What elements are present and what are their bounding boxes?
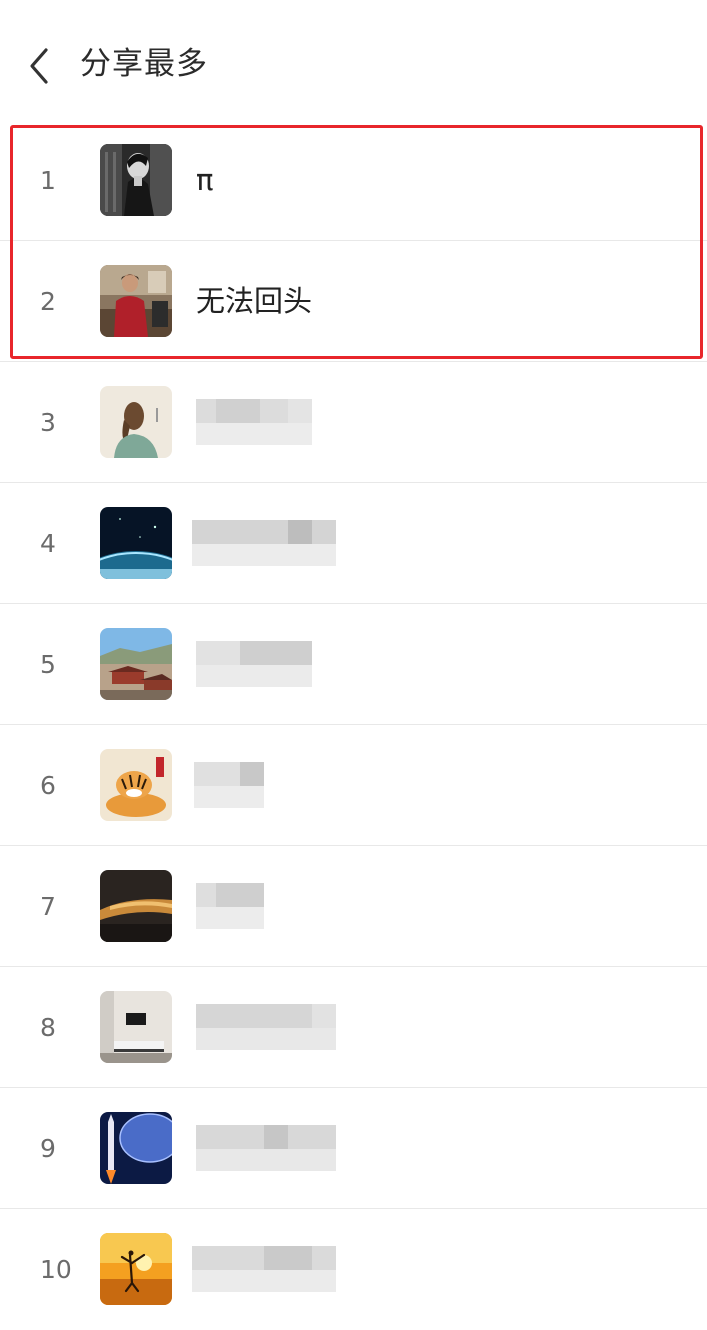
planet-space-avatar [100, 507, 172, 579]
temple-landscape-avatar [100, 628, 172, 700]
rank-number: 6 [40, 771, 56, 800]
rank-number: 10 [40, 1255, 72, 1284]
page-title: 分享最多 [80, 46, 208, 82]
rank-number: 2 [40, 287, 56, 316]
user-name: 无法回头 [196, 284, 313, 318]
rank-number: 7 [40, 892, 56, 921]
list-item[interactable]: 10 [0, 1209, 707, 1330]
list-item[interactable]: 4 [0, 483, 707, 604]
rank-number: 3 [40, 408, 56, 437]
sunset-clouds-avatar [100, 870, 172, 942]
header: 分享最多 [0, 0, 707, 125]
user-name: π [196, 163, 214, 197]
list-item[interactable]: 1 π [0, 120, 707, 241]
living-room-avatar [100, 991, 172, 1063]
list-item[interactable]: 2 无法回头 [0, 241, 707, 362]
ranking-list: 1 π 2 无法回头 3 4 5 6 7 8 9 10 [0, 120, 707, 1330]
rank-number: 4 [40, 529, 56, 558]
list-item[interactable]: 7 [0, 846, 707, 967]
girl-illustration-avatar [100, 386, 172, 458]
tiger-cartoon-avatar [100, 749, 172, 821]
rank-number: 1 [40, 166, 56, 195]
back-chevron-icon[interactable] [22, 44, 58, 88]
person-red-dress-avatar [100, 265, 172, 337]
portrait-bw-avatar [100, 144, 172, 216]
list-item[interactable]: 6 [0, 725, 707, 846]
list-item[interactable]: 9 [0, 1088, 707, 1209]
rank-number: 5 [40, 650, 56, 679]
rocket-planet-avatar [100, 1112, 172, 1184]
list-item[interactable]: 8 [0, 967, 707, 1088]
list-item[interactable]: 5 [0, 604, 707, 725]
rank-number: 8 [40, 1013, 56, 1042]
sunset-dancer-avatar [100, 1233, 172, 1305]
list-item[interactable]: 3 [0, 362, 707, 483]
rank-number: 9 [40, 1134, 56, 1163]
